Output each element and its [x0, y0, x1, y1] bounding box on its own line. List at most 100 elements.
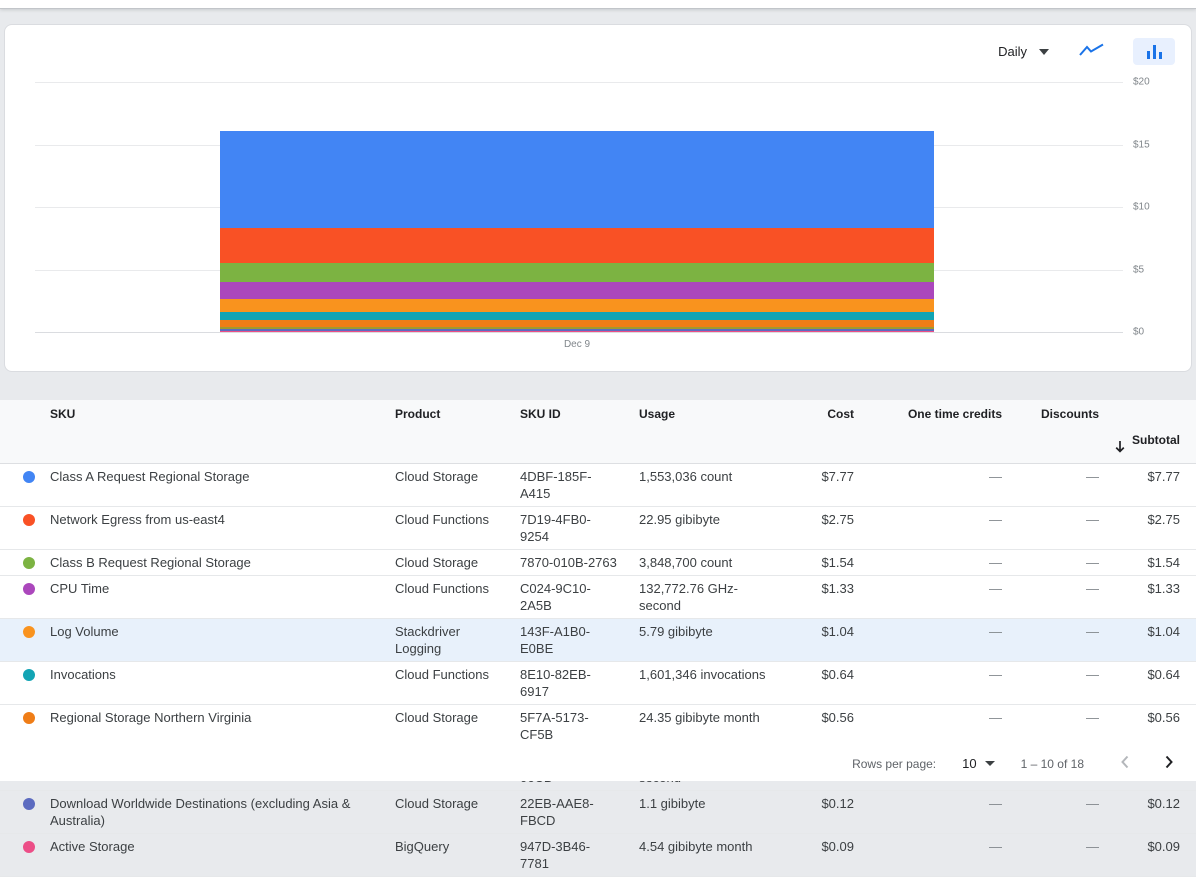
bar-chart-toggle[interactable] — [1133, 38, 1175, 65]
cell-one-time-credits: — — [989, 555, 1002, 570]
bar-segment[interactable] — [220, 298, 934, 312]
next-page-button[interactable] — [1160, 752, 1178, 775]
cell-sku-id: 947D-3B46-7781 — [520, 839, 591, 871]
prev-page-button[interactable] — [1116, 752, 1134, 775]
cell-subtotal: $2.75 — [1147, 512, 1180, 527]
cell-sku-id: 5F7A-5173-CF5B — [520, 710, 589, 742]
interval-select-value: Daily — [998, 44, 1027, 59]
cell-usage: 1.1 gibibyte — [639, 796, 706, 811]
cell-one-time-credits: — — [989, 512, 1002, 527]
header-subtotal[interactable]: Subtotal — [1099, 400, 1196, 463]
cell-product: Cloud Functions — [395, 512, 489, 527]
sku-color-dot — [23, 841, 35, 853]
cell-sku-id: C024-9C10- 2A5B — [520, 581, 591, 613]
chevron-right-icon — [1162, 754, 1176, 773]
cell-sku: Invocations — [50, 667, 116, 682]
cell-one-time-credits: — — [989, 624, 1002, 639]
cell-usage: 4.54 gibibyte month — [639, 839, 753, 854]
cell-subtotal: $1.54 — [1147, 555, 1180, 570]
rows-per-page-select[interactable]: 10 — [962, 756, 995, 771]
cell-discounts: — — [1086, 839, 1099, 854]
cell-sku: Regional Storage Northern Virginia — [50, 710, 252, 725]
table-row[interactable]: Active Storage BigQuery 947D-3B46-7781 4.54… — [0, 834, 1196, 877]
bar-segment[interactable] — [220, 282, 934, 299]
cell-color — [0, 576, 50, 618]
stacked-bar — [220, 131, 934, 332]
sku-color-dot — [23, 798, 35, 810]
header-product[interactable]: Product — [395, 400, 520, 463]
table-header-row: SKU Product SKU ID Usage Cost One time c… — [0, 400, 1196, 464]
sku-color-dot — [23, 626, 35, 638]
table-row[interactable]: Download Worldwide Destinations (excludi… — [0, 791, 1196, 834]
gridline: $20 — [35, 77, 1150, 88]
table-row[interactable]: CPU Time Cloud Functions C024-9C10- 2A5B 13… — [0, 576, 1196, 619]
line-chart-toggle[interactable] — [1071, 38, 1113, 65]
header-sku[interactable]: SKU — [50, 400, 395, 463]
cell-cost: $0.56 — [821, 710, 854, 725]
bar-segment[interactable] — [220, 311, 934, 320]
cell-product: BigQuery — [395, 839, 450, 854]
cell-usage: 1,601,346 invocations — [639, 667, 766, 682]
cell-one-time-credits: — — [989, 710, 1002, 725]
gridline: $0 — [35, 327, 1144, 338]
bar-segment[interactable] — [220, 131, 934, 229]
cell-color — [0, 705, 50, 747]
y-axis-tick-label: $15 — [1133, 139, 1150, 150]
y-axis-tick-label: $5 — [1133, 264, 1145, 275]
pagination-bar: Rows per page: 10 1 – 10 of 18 — [0, 746, 1196, 781]
cell-one-time-credits: — — [989, 469, 1002, 484]
line-chart-icon — [1079, 43, 1105, 60]
cell-discounts: — — [1086, 581, 1099, 596]
header-subtotal-label: Subtotal — [1132, 433, 1180, 447]
header-discounts[interactable]: Discounts — [1002, 400, 1099, 463]
cell-one-time-credits: — — [989, 839, 1002, 854]
cell-one-time-credits: — — [989, 796, 1002, 811]
cell-cost: $0.64 — [821, 667, 854, 682]
table-row[interactable]: Regional Storage Northern Virginia Cloud … — [0, 705, 1196, 748]
cell-color — [0, 662, 50, 704]
table-row[interactable]: Class B Request Regional Storage Cloud St… — [0, 550, 1196, 576]
bar-segment[interactable] — [220, 262, 934, 282]
chevron-left-icon — [1118, 754, 1132, 773]
header-cost[interactable]: Cost — [794, 400, 854, 463]
cell-sku-id: 4DBF-185F-A415 — [520, 469, 592, 501]
bar-chart-icon — [1146, 44, 1162, 59]
y-axis-tick-label: $20 — [1133, 76, 1150, 88]
cell-color — [0, 791, 50, 833]
bar-segment[interactable] — [220, 319, 934, 327]
cell-subtotal: $0.09 — [1147, 839, 1180, 854]
rows-per-page-label: Rows per page: — [852, 756, 937, 771]
chart-controls: Daily — [996, 38, 1175, 65]
sort-desc-icon — [1114, 423, 1126, 458]
cell-sku-id: 7870-010B-2763 — [520, 555, 617, 570]
table-row[interactable]: Network Egress from us-east4 Cloud Functi… — [0, 507, 1196, 550]
table-row[interactable]: Invocations Cloud Functions 8E10-82EB-6917… — [0, 662, 1196, 705]
cell-sku-id: 8E10-82EB-6917 — [520, 667, 591, 699]
sku-cost-table: SKU Product SKU ID Usage Cost One time c… — [0, 400, 1196, 877]
header-one-time-credits[interactable]: One time credits — [854, 400, 1002, 463]
bar-segment[interactable] — [220, 330, 934, 332]
interval-select[interactable]: Daily — [996, 40, 1051, 63]
cell-sku: Active Storage — [50, 839, 135, 854]
cell-sku: Download Worldwide Destinations (excludi… — [50, 796, 351, 828]
sku-color-dot — [23, 669, 35, 681]
cell-discounts: — — [1086, 624, 1099, 639]
cell-sku: Class B Request Regional Storage — [50, 555, 251, 570]
cell-sku: Network Egress from us-east4 — [50, 512, 225, 527]
cell-color — [0, 834, 50, 876]
bar-segment[interactable] — [220, 228, 934, 263]
header-usage[interactable]: Usage — [639, 400, 794, 463]
stacked-bar-chart: $0 $5 $10 $15 $20 Dec 9 — [31, 77, 1150, 350]
cell-color — [0, 619, 50, 661]
table-row[interactable]: Log Volume Stackdriver Logging 143F-A1B0-E… — [0, 619, 1196, 662]
cell-discounts: — — [1086, 667, 1099, 682]
cell-product: Cloud Storage — [395, 555, 479, 570]
cell-discounts: — — [1086, 469, 1099, 484]
table-row[interactable]: Class A Request Regional Storage Cloud St… — [0, 464, 1196, 507]
header-sku-id[interactable]: SKU ID — [520, 400, 639, 463]
cell-one-time-credits: — — [989, 667, 1002, 682]
cell-product: Cloud Functions — [395, 667, 489, 682]
cell-sku: CPU Time — [50, 581, 110, 596]
cell-sku: Log Volume — [50, 624, 119, 639]
cell-usage: 5.79 gibibyte — [639, 624, 713, 639]
